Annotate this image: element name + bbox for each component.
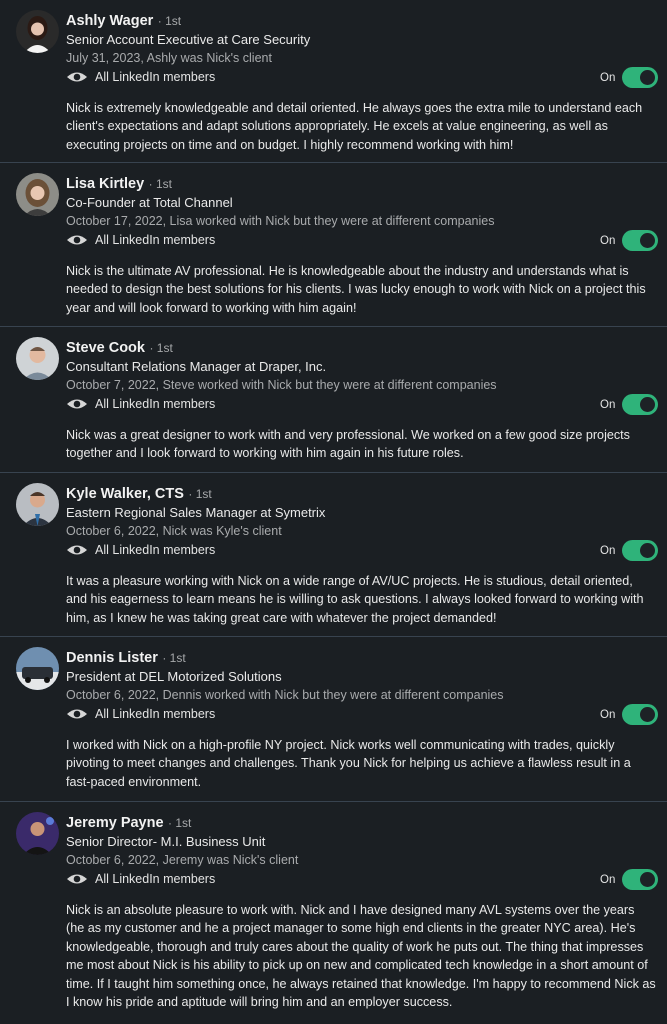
connection-degree: · 1st — [157, 14, 182, 28]
visibility-label: All LinkedIn members — [95, 707, 216, 721]
toggle-state-label: On — [600, 71, 616, 84]
member-headline: Eastern Regional Sales Manager at Symetr… — [66, 505, 326, 520]
avatar[interactable] — [16, 812, 59, 855]
toggle-state-label: On — [600, 708, 616, 721]
toggle-switch[interactable] — [622, 540, 659, 561]
member-name[interactable]: Ashly Wager — [66, 13, 153, 29]
show-recommendation-toggle[interactable]: On — [600, 540, 659, 561]
relationship-text: October 6, 2022, Jeremy was Nick's clien… — [66, 853, 299, 867]
member-headline: Consultant Relations Manager at Draper, … — [66, 359, 327, 374]
visibility-setting: All LinkedIn members — [66, 541, 215, 559]
member-name[interactable]: Jeremy Payne — [66, 815, 164, 831]
toggle-switch[interactable] — [622, 869, 659, 890]
recommendation-text: I worked with Nick on a high-profile NY … — [66, 738, 631, 789]
recommendation-text: Nick is an absolute pleasure to work wit… — [66, 903, 656, 1010]
connection-degree: · 1st — [188, 487, 212, 501]
member-headline: Senior Account Executive at Care Securit… — [66, 32, 311, 47]
connection-degree: · 1st — [149, 341, 173, 355]
relationship-text: October 6, 2022, Dennis worked with Nick… — [66, 688, 504, 702]
member-name[interactable]: Steve Cook — [66, 340, 145, 356]
member-headline: Senior Director- M.I. Business Unit — [66, 834, 266, 849]
recommendation-card: Dennis Lister · 1st President at DEL Mot… — [0, 637, 667, 802]
eye-icon — [67, 709, 87, 719]
visibility-setting: All LinkedIn members — [66, 870, 215, 888]
connection-degree: · 1st — [148, 177, 172, 191]
visibility-setting: All LinkedIn members — [66, 705, 215, 723]
show-recommendation-toggle[interactable]: On — [600, 869, 659, 890]
relationship-text: October 6, 2022, Nick was Kyle's client — [66, 524, 282, 538]
toggle-state-label: On — [600, 544, 616, 557]
connection-degree: · 1st — [162, 651, 186, 665]
connection-degree: · 1st — [168, 816, 192, 830]
visibility-label: All LinkedIn members — [95, 397, 216, 411]
avatar[interactable] — [16, 173, 59, 216]
avatar[interactable] — [16, 647, 59, 690]
recommendation-text: Nick is extremely knowledgeable and deta… — [66, 101, 643, 152]
recommendation-text: Nick is the ultimate AV professional. He… — [66, 264, 646, 315]
show-recommendation-toggle[interactable]: On — [600, 394, 659, 415]
eye-icon — [67, 874, 87, 884]
recommendation-card: Kyle Walker, CTS · 1st Eastern Regional … — [0, 473, 667, 637]
relationship-text: July 31, 2023, Ashly was Nick's client — [66, 51, 272, 65]
member-headline: President at DEL Motorized Solutions — [66, 669, 282, 684]
member-headline: Co-Founder at Total Channel — [66, 195, 233, 210]
recommendation-card: Ashly Wager · 1st Senior Account Executi… — [0, 0, 667, 163]
recommendation-text: It was a pleasure working with Nick on a… — [66, 574, 644, 625]
relationship-text: October 7, 2022, Steve worked with Nick … — [66, 378, 497, 392]
avatar[interactable] — [16, 10, 59, 53]
toggle-switch[interactable] — [622, 230, 659, 251]
avatar[interactable] — [16, 483, 59, 526]
visibility-setting: All LinkedIn members — [66, 68, 215, 86]
eye-icon — [67, 399, 87, 409]
eye-icon — [67, 235, 87, 245]
avatar[interactable] — [16, 337, 59, 380]
toggle-state-label: On — [600, 234, 616, 247]
visibility-label: All LinkedIn members — [95, 872, 216, 886]
toggle-state-label: On — [600, 873, 616, 886]
recommendation-card: Steve Cook · 1st Consultant Relations Ma… — [0, 327, 667, 473]
recommendation-text: Nick was a great designer to work with a… — [66, 428, 630, 461]
member-name[interactable]: Dennis Lister — [66, 650, 158, 666]
visibility-setting: All LinkedIn members — [66, 231, 215, 249]
visibility-setting: All LinkedIn members — [66, 395, 215, 413]
recommendations-list: Ashly Wager · 1st Senior Account Executi… — [0, 0, 667, 1024]
show-recommendation-toggle[interactable]: On — [600, 704, 659, 725]
toggle-switch[interactable] — [622, 67, 659, 88]
eye-icon — [67, 545, 87, 555]
recommendation-card: Lisa Kirtley · 1st Co-Founder at Total C… — [0, 163, 667, 327]
visibility-label: All LinkedIn members — [95, 543, 216, 557]
show-recommendation-toggle[interactable]: On — [600, 230, 659, 251]
relationship-text: October 17, 2022, Lisa worked with Nick … — [66, 214, 495, 228]
toggle-state-label: On — [600, 398, 616, 411]
toggle-switch[interactable] — [622, 704, 659, 725]
toggle-switch[interactable] — [622, 394, 659, 415]
recommendation-card: Jeremy Payne · 1st Senior Director- M.I.… — [0, 802, 667, 1024]
visibility-label: All LinkedIn members — [95, 70, 216, 84]
visibility-label: All LinkedIn members — [95, 233, 216, 247]
eye-icon — [67, 72, 87, 82]
member-name[interactable]: Lisa Kirtley — [66, 176, 144, 192]
member-name[interactable]: Kyle Walker, CTS — [66, 486, 184, 502]
show-recommendation-toggle[interactable]: On — [600, 67, 659, 88]
